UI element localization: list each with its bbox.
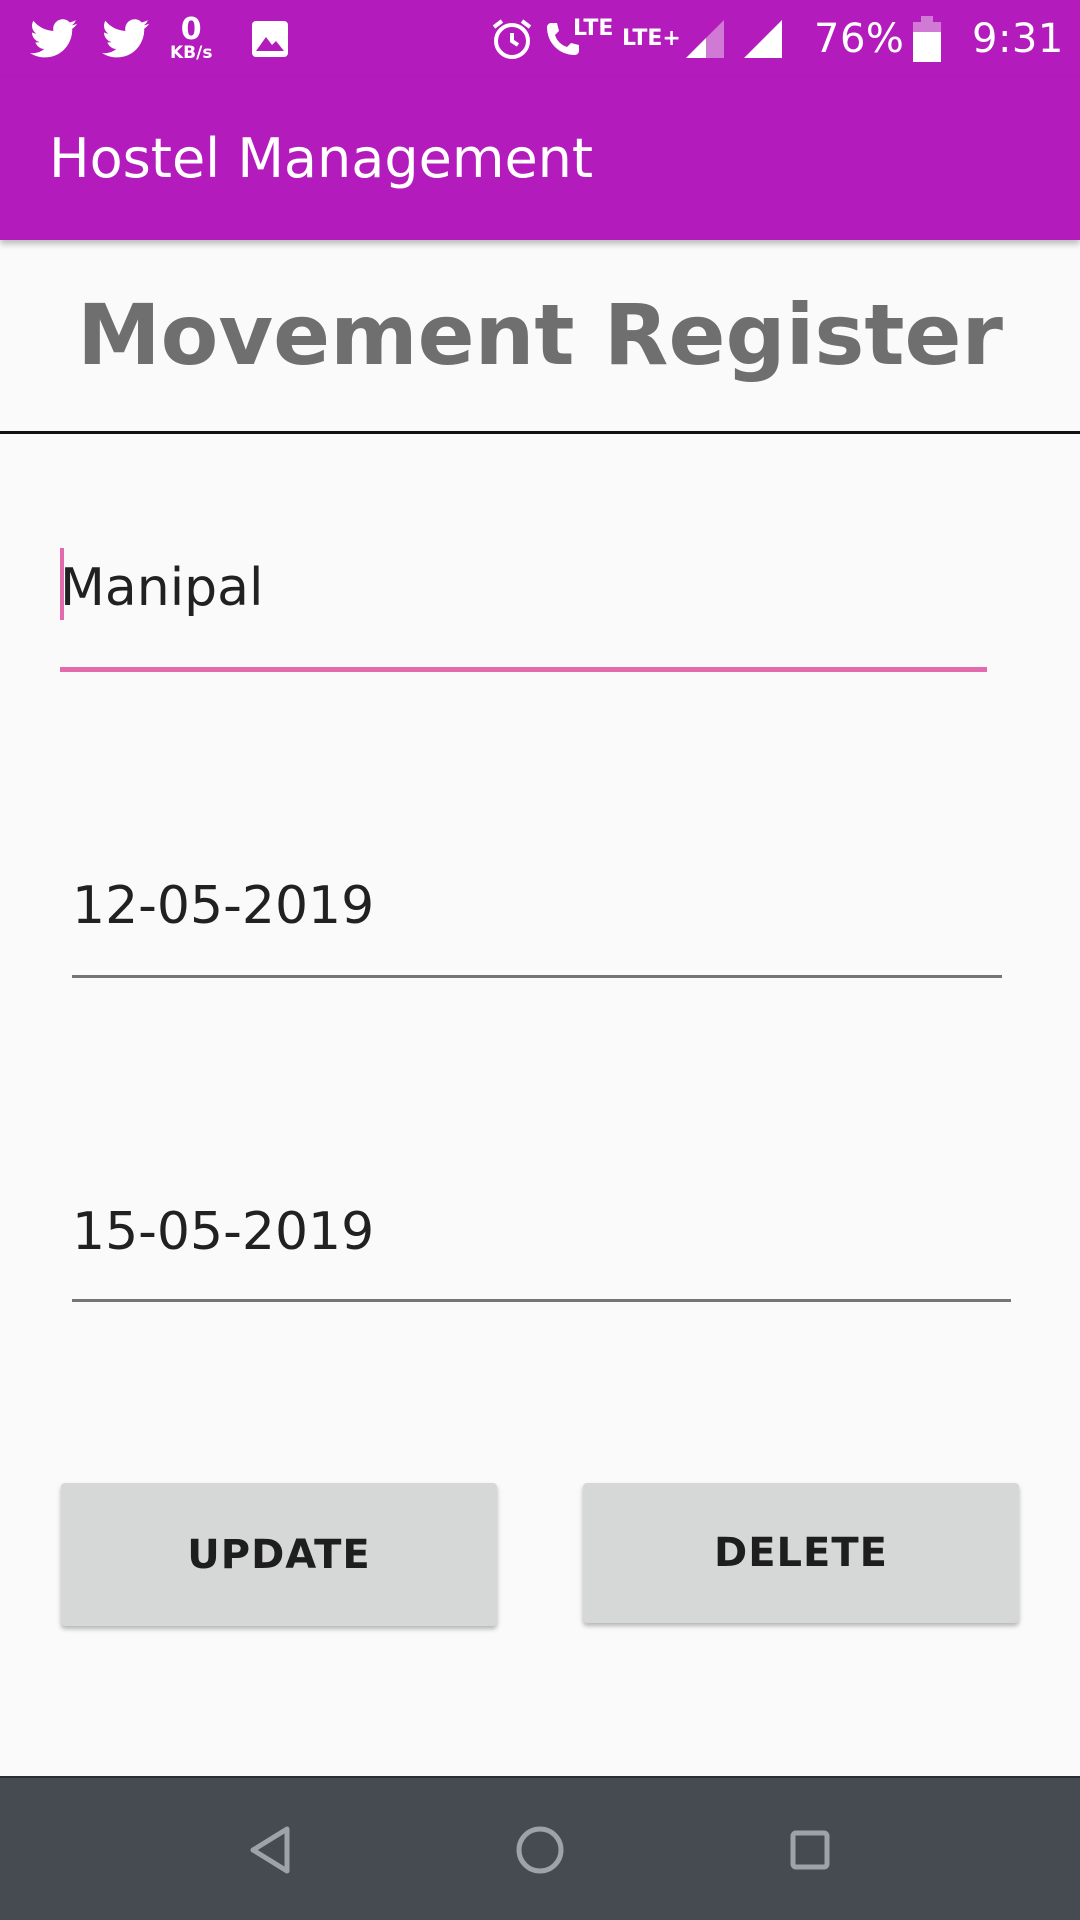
from-date-field[interactable]: 12-05-2019 [72, 856, 1002, 978]
app-bar: Hostel Management [0, 77, 1080, 240]
to-date-value[interactable]: 15-05-2019 [72, 1202, 374, 1262]
place-field[interactable]: Manipal [60, 540, 987, 672]
update-button[interactable]: UPDATE [61, 1483, 497, 1626]
signal-icon [744, 0, 782, 77]
alarm-icon [490, 0, 534, 77]
lte-plus-label: LTE+ [622, 26, 681, 51]
twitter-icon [102, 0, 150, 77]
signal-icon [686, 0, 724, 77]
volte-call-icon: LTE [543, 0, 613, 77]
to-date-field[interactable]: 15-05-2019 [72, 1180, 1011, 1302]
battery-percent: 76% [814, 15, 905, 62]
to-date-underline [72, 1299, 1011, 1302]
heading-divider [0, 431, 1080, 434]
recents-icon[interactable] [750, 1778, 870, 1920]
from-date-value[interactable]: 12-05-2019 [72, 876, 374, 936]
navigation-bar [0, 1776, 1080, 1920]
status-bar: 0 KB/s LTE LTE+ 76% 9:31 [0, 0, 1080, 77]
clock: 9:31 [972, 15, 1064, 62]
image-icon [250, 0, 290, 77]
place-field-underline [60, 667, 987, 672]
twitter-icon [30, 0, 78, 77]
data-speed-value: 0 [180, 12, 202, 47]
page-heading: Movement Register [77, 286, 1003, 384]
battery-icon [913, 0, 941, 77]
app-title: Hostel Management [49, 127, 594, 190]
lte-call-label: LTE [573, 16, 614, 41]
delete-button[interactable]: DELETE [583, 1483, 1019, 1623]
data-speed-unit: KB/s [170, 43, 213, 63]
place-input-value[interactable]: Manipal [60, 558, 263, 618]
from-date-underline [72, 975, 1002, 978]
home-icon[interactable] [480, 1778, 600, 1920]
data-speed-indicator: 0 KB/s [170, 0, 212, 77]
back-icon[interactable] [210, 1778, 330, 1920]
